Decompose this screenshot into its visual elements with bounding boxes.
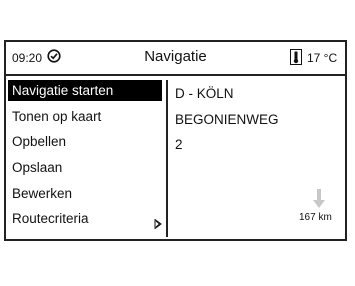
navigation-screen: 09:20 Navigatie 17 °C Navigatie starten …: [4, 40, 347, 241]
menu-item-bewerken[interactable]: Bewerken: [8, 183, 162, 204]
thermometer-icon: [290, 49, 302, 65]
menu-item-label: Routecriteria: [12, 211, 89, 226]
outside-temperature: 17 °C: [307, 51, 338, 65]
menu-item-routecriteria[interactable]: Routecriteria: [8, 208, 162, 230]
menu-item-label: Bewerken: [12, 186, 73, 201]
arrow-down-icon: [313, 189, 325, 209]
destination-street: BEGONIENWEG: [175, 112, 279, 127]
menu-item-opbellen[interactable]: Opbellen: [8, 131, 162, 152]
menu-item-label: Tonen op kaart: [12, 109, 102, 124]
menu-item-tonen-op-kaart[interactable]: Tonen op kaart: [8, 106, 162, 127]
menu-item-label: Opslaan: [12, 160, 63, 175]
destination-house-number: 2: [175, 137, 183, 152]
chevron-right-icon: [154, 214, 162, 230]
menu-item-label: Opbellen: [12, 134, 67, 149]
destination-city: D - KÖLN: [175, 86, 234, 101]
navigation-menu: Navigatie starten Tonen op kaart Opbelle…: [8, 80, 168, 237]
status-bar: 09:20 Navigatie 17 °C: [6, 42, 345, 76]
distance-remaining: 167 km: [299, 212, 332, 223]
menu-item-opslaan[interactable]: Opslaan: [8, 157, 162, 178]
menu-item-label: Navigatie starten: [12, 83, 114, 98]
menu-item-navigatie-starten[interactable]: Navigatie starten: [8, 80, 162, 101]
